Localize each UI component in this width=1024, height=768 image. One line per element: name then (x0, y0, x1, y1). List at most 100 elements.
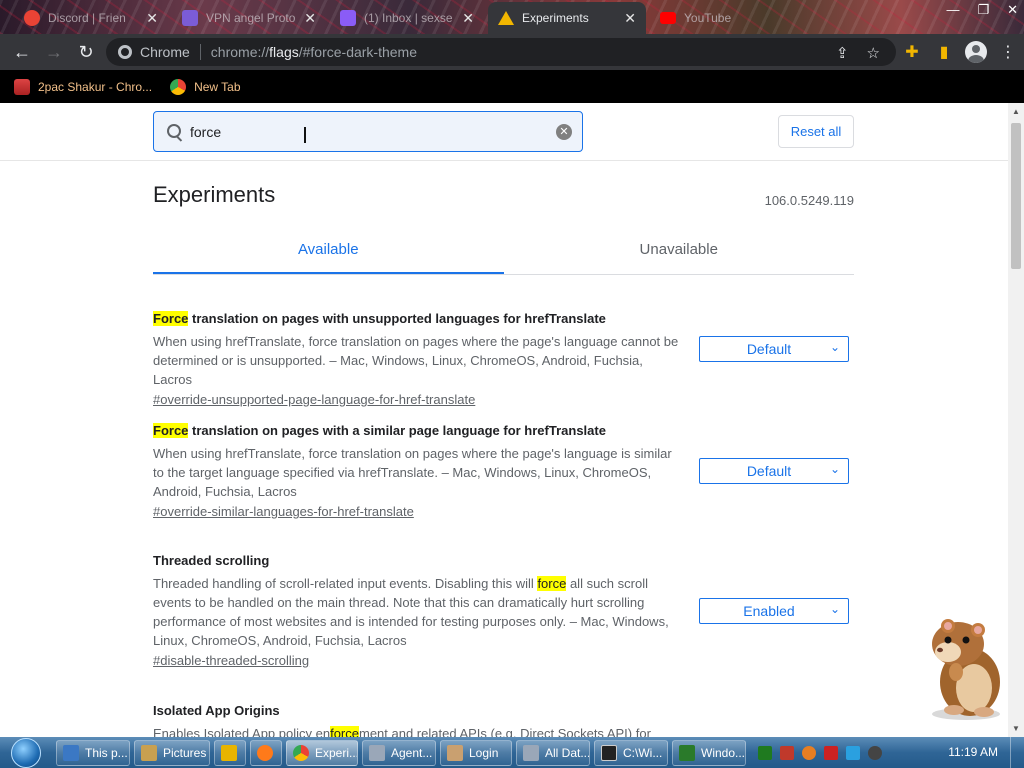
profile-avatar[interactable] (960, 36, 992, 68)
close-tab-icon[interactable]: ✕ (624, 10, 636, 27)
address-bar[interactable]: Chrome chrome://flags/#force-dark-theme … (106, 38, 896, 66)
experiment-row: Threaded scrolling Threaded handling of … (153, 553, 854, 670)
show-desktop-button[interactable] (1010, 737, 1024, 768)
taskbar-item-label: This p... (85, 745, 128, 760)
scroll-down-icon[interactable]: ▼ (1012, 724, 1020, 733)
taskbar-item[interactable]: Agent... (362, 739, 436, 766)
extensions-puzzle-icon[interactable]: ✚ (896, 36, 928, 68)
close-tab-icon[interactable]: ✕ (146, 10, 158, 27)
taskbar-item[interactable]: Windo... (672, 739, 746, 766)
version-label: 106.0.5249.119 (764, 193, 854, 208)
experiment-name-text: translation on pages with unsupported la… (188, 311, 606, 326)
page-scrollbar[interactable]: ▲ ▼ (1008, 103, 1024, 737)
url-path: /#force-dark-theme (298, 44, 418, 60)
youtube-icon (660, 12, 676, 24)
store-icon (14, 78, 30, 95)
bookmark-item[interactable]: New Tab (170, 78, 241, 95)
browser-toolbar: ← → ↻ Chrome chrome://flags/#force-dark-… (0, 34, 1024, 70)
search-highlight: force (537, 576, 567, 591)
tab-title: (1) Inbox | sexse (364, 11, 453, 25)
close-window-icon[interactable]: ✕ (1007, 2, 1018, 18)
taskbar-item-label: C:\Wi... (623, 745, 663, 760)
favicon-icon (24, 10, 40, 26)
taskbar-item[interactable]: Pictures (134, 739, 210, 766)
forward-icon[interactable]: → (38, 36, 70, 68)
start-button[interactable] (0, 737, 52, 768)
favicon-icon (182, 10, 198, 26)
close-tab-icon[interactable]: ✕ (462, 10, 474, 27)
experiment-name: Force translation on pages with unsuppor… (153, 311, 854, 326)
experiment-select[interactable]: Default ⌄ (699, 336, 849, 362)
media-player-icon (221, 744, 237, 761)
flags-page: ✕ Reset all Experiments 106.0.5249.119 A… (0, 103, 1008, 737)
chevron-down-icon: ⌄ (829, 340, 840, 354)
browser-tab[interactable]: Discord | Frien ✕ (14, 2, 168, 34)
warning-icon (498, 11, 514, 25)
tray-app-icon[interactable] (780, 745, 794, 760)
menu-kebab-icon[interactable]: ⋮ (992, 36, 1024, 68)
tray-app-icon[interactable] (868, 745, 882, 760)
taskbar-item[interactable]: This p... (56, 739, 130, 766)
chevron-down-icon: ⌄ (829, 462, 840, 476)
browser-tab[interactable]: VPN angel Proto ✕ (172, 2, 326, 34)
back-icon[interactable]: ← (6, 36, 38, 68)
experiment-select[interactable]: Default ⌄ (699, 458, 849, 484)
browser-tab[interactable]: YouTube (650, 2, 804, 34)
taskbar-item[interactable]: C:\Wi... (594, 739, 668, 766)
taskbar-item[interactable]: All Dat... (516, 739, 590, 766)
reset-all-button[interactable]: Reset all (778, 115, 854, 148)
tab-unavailable[interactable]: Unavailable (504, 227, 855, 274)
window-icon (523, 744, 539, 761)
select-value: Enabled (743, 603, 795, 619)
system-tray (758, 745, 882, 760)
experiment-row: Force translation on pages with a simila… (153, 423, 854, 521)
taskbar-item-active[interactable]: Experi... (286, 739, 358, 766)
taskbar-item[interactable] (214, 739, 246, 766)
select-value: Default (746, 463, 792, 479)
experiment-select[interactable]: Enabled ⌄ (699, 598, 849, 624)
tray-app-icon[interactable] (824, 745, 838, 760)
reload-icon[interactable]: ↻ (70, 36, 102, 68)
browser-tab[interactable]: (1) Inbox | sexse ✕ (330, 2, 484, 34)
window-icon (369, 744, 385, 761)
description-text: ment and related APIs (e.g. Direct Socke… (358, 726, 651, 737)
chrome-icon (118, 45, 132, 59)
tab-available[interactable]: Available (153, 227, 504, 274)
minimize-icon[interactable]: — (946, 2, 959, 18)
share-icon[interactable]: ⇪ (836, 44, 849, 62)
tray-app-icon[interactable] (846, 745, 860, 760)
bookmark-star-icon[interactable]: ☆ (867, 44, 880, 62)
experiment-description: Threaded handling of scroll-related inpu… (153, 574, 683, 650)
search-box[interactable]: ✕ (153, 111, 583, 152)
bookmark-item[interactable]: 2pac Shakur - Chro... (14, 78, 152, 95)
taskbar-item[interactable]: Login (440, 739, 512, 766)
taskbar-clock[interactable]: 11:19 AM (948, 745, 998, 759)
tab-bar: Available Unavailable (153, 227, 854, 275)
chevron-down-icon: ⌄ (829, 602, 840, 616)
experiment-anchor-link[interactable]: #override-similar-languages-for-href-tra… (153, 504, 414, 519)
side-panel-icon[interactable]: ▮ (928, 36, 960, 68)
tray-app-icon[interactable] (802, 745, 816, 760)
search-highlight: Force (153, 311, 189, 326)
close-tab-icon[interactable]: ✕ (304, 10, 316, 27)
url-host: flags (269, 44, 299, 60)
scrollbar-thumb[interactable] (1011, 123, 1021, 269)
chip-label: Chrome (140, 44, 190, 60)
avatar-icon (965, 41, 987, 63)
experiment-description: Enables Isolated App policy enforcement … (153, 724, 713, 737)
maximize-icon[interactable]: ❐ (977, 2, 989, 18)
mouse-cursor (304, 127, 306, 143)
clear-search-icon[interactable]: ✕ (556, 124, 572, 140)
experiment-anchor-link[interactable]: #disable-threaded-scrolling (153, 653, 309, 668)
bookmarks-bar: 2pac Shakur - Chro... New Tab (0, 70, 1024, 103)
experiment-anchor-link[interactable]: #override-unsupported-page-language-for-… (153, 392, 475, 407)
experiment-name: Threaded scrolling (153, 553, 270, 568)
tray-app-icon[interactable] (758, 745, 772, 760)
experiment-row: Force translation on pages with unsuppor… (153, 311, 854, 409)
omnibox-chip[interactable]: Chrome (118, 44, 190, 60)
search-input[interactable] (190, 123, 530, 140)
taskbar-item[interactable] (250, 739, 282, 766)
browser-tab-active[interactable]: Experiments ✕ (488, 2, 646, 34)
scroll-up-icon[interactable]: ▲ (1012, 107, 1020, 116)
tab-title: VPN angel Proto (206, 11, 296, 25)
